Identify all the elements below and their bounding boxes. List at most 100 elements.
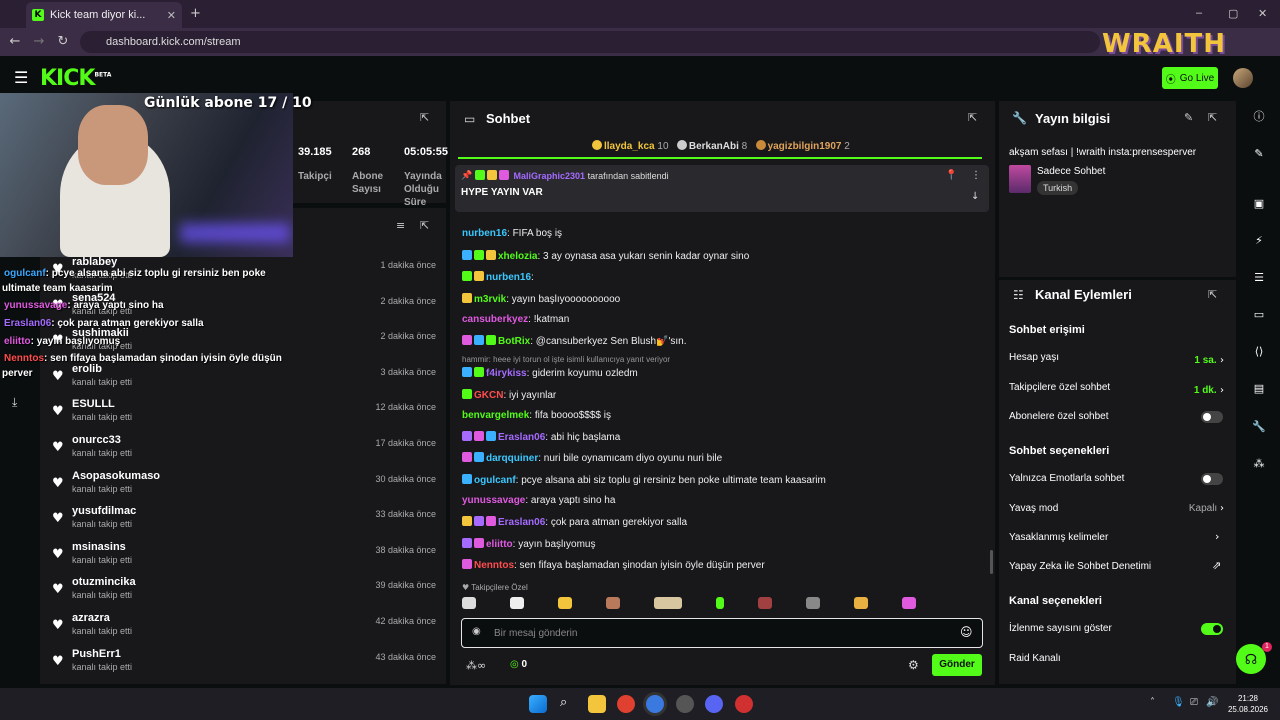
chat-username[interactable]: cansuberkyez <box>462 314 528 325</box>
follower-name[interactable]: ESULLL <box>72 398 115 410</box>
forward-icon[interactable]: → <box>30 33 48 51</box>
pinned-by-user[interactable]: MaliGraphic2301 <box>514 171 586 181</box>
chat-settings-icon[interactable]: ⚙ <box>908 658 919 672</box>
emote-icon[interactable] <box>806 597 820 609</box>
clock[interactable]: 21:28 25.08.2026 <box>1226 693 1270 715</box>
follower-name[interactable]: msinasins <box>72 541 126 553</box>
follower-name[interactable]: azrazra <box>72 612 110 624</box>
emote-icon[interactable] <box>854 597 868 609</box>
chat-username[interactable]: GKCN <box>474 390 503 401</box>
emote-icon[interactable] <box>462 597 476 609</box>
chat-username[interactable]: eliitto <box>486 539 513 550</box>
emote-icon[interactable] <box>654 597 682 609</box>
popout-icon[interactable]: ⇱ <box>420 111 429 124</box>
chat-username[interactable]: benvargelmek <box>462 410 529 421</box>
info-icon[interactable]: ⓘ <box>1250 108 1268 126</box>
banned-words-label[interactable]: Yasaklanmış kelimeler <box>1009 532 1108 543</box>
user-avatar[interactable] <box>1233 68 1253 88</box>
minimize-icon[interactable]: – <box>1196 7 1202 19</box>
emoji-icon[interactable]: ☺ <box>960 625 973 639</box>
emote-icon[interactable] <box>716 597 724 609</box>
wrench-rail-icon[interactable]: 🔧 <box>1250 418 1268 436</box>
emote-only-toggle[interactable] <box>1201 473 1223 485</box>
info-popout-icon[interactable]: ⇱ <box>1208 111 1217 124</box>
search-icon[interactable]: ⌕ <box>560 695 567 710</box>
app-icon[interactable] <box>735 695 753 713</box>
stream-category[interactable]: Sadece Sohbet <box>1037 166 1105 177</box>
emote-icon[interactable] <box>558 597 572 609</box>
chat-username[interactable]: xhelozia <box>498 251 537 262</box>
follower-name[interactable]: Asopasokumaso <box>72 470 160 482</box>
chat-scrollbar[interactable] <box>990 550 993 574</box>
apps-icon[interactable]: ⁂ <box>1250 455 1268 473</box>
account-age-setting[interactable]: 1 sa. › <box>1160 352 1224 366</box>
filter-icon[interactable]: ≡ <box>396 219 405 232</box>
chat-rail-icon[interactable]: ▭ <box>1250 306 1268 324</box>
emote-icon[interactable] <box>758 597 772 609</box>
points-icon[interactable]: ⁂∞ <box>466 659 486 672</box>
chat-username[interactable]: f4irykiss <box>486 368 527 379</box>
chat-username[interactable]: nurben16 <box>462 228 507 239</box>
chat-input[interactable]: ◉ Bir mesaj gönderin ☺ <box>461 618 983 648</box>
expand-icon[interactable]: ↓ <box>971 191 979 202</box>
chat-username[interactable]: Nenntos <box>474 560 514 571</box>
follower-name[interactable]: PushErr1 <box>72 648 121 660</box>
edit-icon[interactable]: ✎ <box>1184 111 1193 124</box>
gifter-3-name[interactable]: yagizbilgin1907 <box>768 141 842 152</box>
ai-moderation-label[interactable]: Yapay Zeka ile Sohbet Denetimi <box>1009 561 1151 572</box>
chat-username[interactable]: darqquiner <box>486 453 538 464</box>
chrome-active-icon[interactable] <box>646 695 664 713</box>
followers-only-setting[interactable]: 1 dk. › <box>1160 382 1224 396</box>
chevron-right-icon[interactable]: › <box>1215 530 1219 543</box>
maximize-icon[interactable]: ▢ <box>1228 7 1238 20</box>
channel-points[interactable]: ◎ 0 <box>510 659 527 670</box>
chat-username[interactable]: Eraslan06 <box>498 517 545 528</box>
chat-username[interactable]: ogulcanf <box>474 475 516 486</box>
go-live-button[interactable]: ⦿ Go Live <box>1162 67 1218 89</box>
address-bar[interactable]: dashboard.kick.com/stream <box>80 31 1100 53</box>
follower-name[interactable]: rablabey <box>72 256 117 268</box>
embed-icon[interactable]: ⟨⟩ <box>1250 343 1268 361</box>
pen-icon[interactable]: ✎ <box>1250 145 1268 163</box>
volume-icon[interactable]: 🔊 <box>1206 697 1218 708</box>
emote-icon[interactable] <box>902 597 916 609</box>
actions-popout-icon[interactable]: ⇱ <box>1208 288 1217 301</box>
gifter-2-name[interactable]: BerkanAbi <box>689 141 739 152</box>
new-tab-icon[interactable]: + <box>190 6 201 21</box>
chat-username[interactable]: yunussavage <box>462 495 525 506</box>
follower-name[interactable]: onurcc33 <box>72 434 121 446</box>
video-icon[interactable]: ▣ <box>1250 195 1268 213</box>
send-button[interactable]: Gönder <box>932 654 982 676</box>
gifter-1-name[interactable]: llayda_kca <box>604 141 655 152</box>
back-icon[interactable]: ← <box>6 33 24 51</box>
kick-logo[interactable]: KICKBETA <box>40 66 111 91</box>
tab-close-icon[interactable]: ✕ <box>167 9 176 22</box>
chat-username[interactable]: BotRix <box>498 336 530 347</box>
follower-name[interactable]: yusufdilmac <box>72 505 136 517</box>
chat-username[interactable]: Eraslan06 <box>498 432 545 443</box>
layout-icon[interactable]: ▤ <box>1250 380 1268 398</box>
browser-tab[interactable]: K Kick team diyor ki... ✕ <box>26 2 182 28</box>
reload-icon[interactable]: ↻ <box>54 33 72 51</box>
network-icon[interactable]: ⎚ <box>1190 697 1198 708</box>
follower-name[interactable]: otuzmincika <box>72 576 136 588</box>
unpin-icon[interactable]: 📍 <box>945 170 957 181</box>
close-window-icon[interactable]: ✕ <box>1258 7 1267 20</box>
external-link-icon[interactable]: ⇗ <box>1212 559 1221 572</box>
download-icon[interactable]: ⤓ <box>12 395 17 410</box>
start-icon[interactable] <box>529 695 547 713</box>
chrome-icon[interactable] <box>617 695 635 713</box>
discord-icon[interactable] <box>705 695 723 713</box>
emote-icon[interactable] <box>510 597 524 609</box>
file-explorer-icon[interactable] <box>588 695 606 713</box>
menu-icon[interactable]: ☰ <box>14 68 28 87</box>
chat-username[interactable]: nurben16 <box>486 272 531 283</box>
slow-mode-setting[interactable]: Kapalı › <box>1160 503 1224 514</box>
mic-icon[interactable]: 🎙 <box>1172 697 1185 708</box>
show-viewers-toggle[interactable] <box>1201 623 1223 635</box>
chat-popout-icon[interactable]: ⇱ <box>968 111 977 124</box>
followers-popout-icon[interactable]: ⇱ <box>420 219 429 232</box>
more-options-icon[interactable]: ⋮ <box>971 170 981 181</box>
raid-channel-label[interactable]: Raid Kanalı <box>1009 653 1061 664</box>
obs-icon[interactable] <box>676 695 694 713</box>
